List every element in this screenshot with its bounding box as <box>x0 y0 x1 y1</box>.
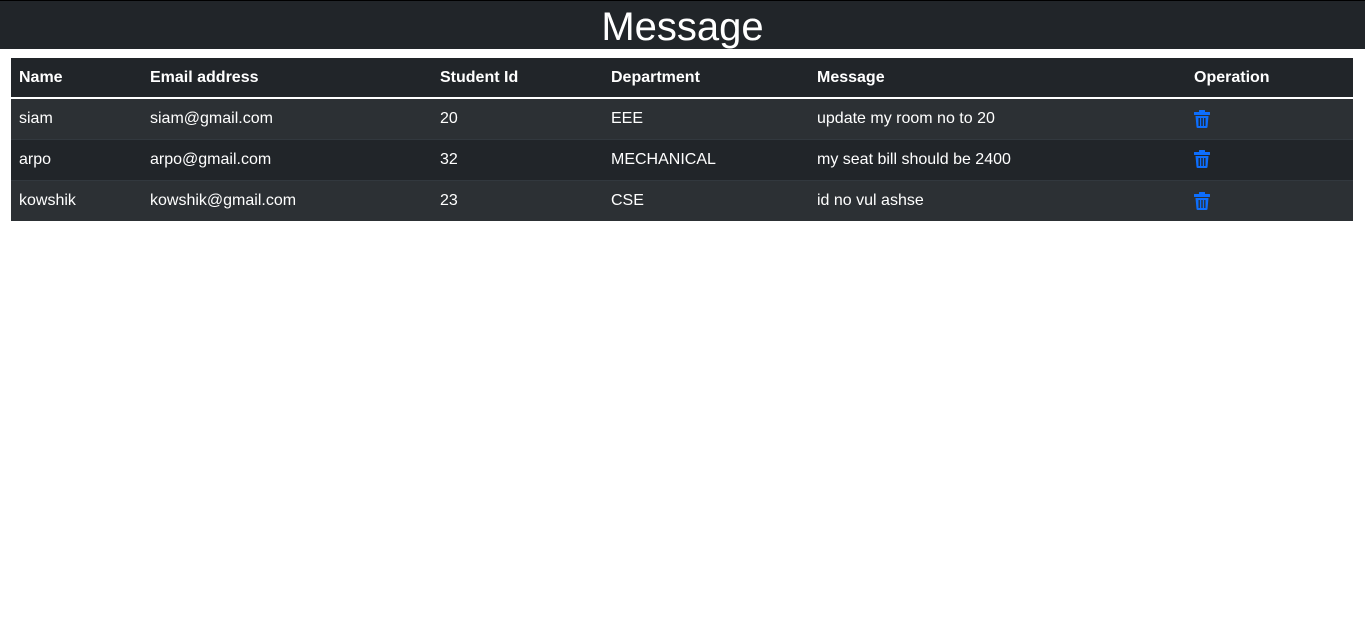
table-row: kowshik kowshik@gmail.com 23 CSE id no v… <box>11 179 1353 221</box>
cell-email: arpo@gmail.com <box>142 138 432 180</box>
cell-department: CSE <box>603 179 809 221</box>
cell-department: MECHANICAL <box>603 138 809 180</box>
column-header-name: Name <box>11 58 142 99</box>
cell-student-id: 20 <box>432 97 603 139</box>
cell-name: arpo <box>11 138 142 180</box>
column-header-email: Email address <box>142 58 432 99</box>
delete-button[interactable] <box>1194 191 1210 210</box>
cell-name: kowshik <box>11 179 142 221</box>
delete-button[interactable] <box>1194 109 1210 128</box>
cell-email: siam@gmail.com <box>142 97 432 139</box>
page-header: Message <box>0 0 1365 49</box>
trash-icon <box>1194 150 1210 169</box>
column-header-student-id: Student Id <box>432 58 603 99</box>
table-row: arpo arpo@gmail.com 32 MECHANICAL my sea… <box>11 138 1353 180</box>
table-header-row: Name Email address Student Id Department… <box>11 58 1353 99</box>
cell-student-id: 23 <box>432 179 603 221</box>
table-row: siam siam@gmail.com 20 EEE update my roo… <box>11 97 1353 139</box>
cell-message: my seat bill should be 2400 <box>809 138 1186 180</box>
column-header-operation: Operation <box>1186 58 1353 99</box>
column-header-message: Message <box>809 58 1186 99</box>
cell-message: update my room no to 20 <box>809 97 1186 139</box>
cell-department: EEE <box>603 97 809 139</box>
trash-icon <box>1194 109 1210 128</box>
cell-email: kowshik@gmail.com <box>142 179 432 221</box>
trash-icon <box>1194 191 1210 210</box>
page-title: Message <box>601 5 764 49</box>
messages-table: Name Email address Student Id Department… <box>11 58 1353 221</box>
cell-message: id no vul ashse <box>809 179 1186 221</box>
messages-table-container: Name Email address Student Id Department… <box>11 58 1353 221</box>
cell-name: siam <box>11 97 142 139</box>
column-header-department: Department <box>603 58 809 99</box>
cell-operation <box>1186 179 1353 221</box>
cell-operation <box>1186 138 1353 180</box>
cell-student-id: 32 <box>432 138 603 180</box>
cell-operation <box>1186 97 1353 139</box>
delete-button[interactable] <box>1194 150 1210 169</box>
